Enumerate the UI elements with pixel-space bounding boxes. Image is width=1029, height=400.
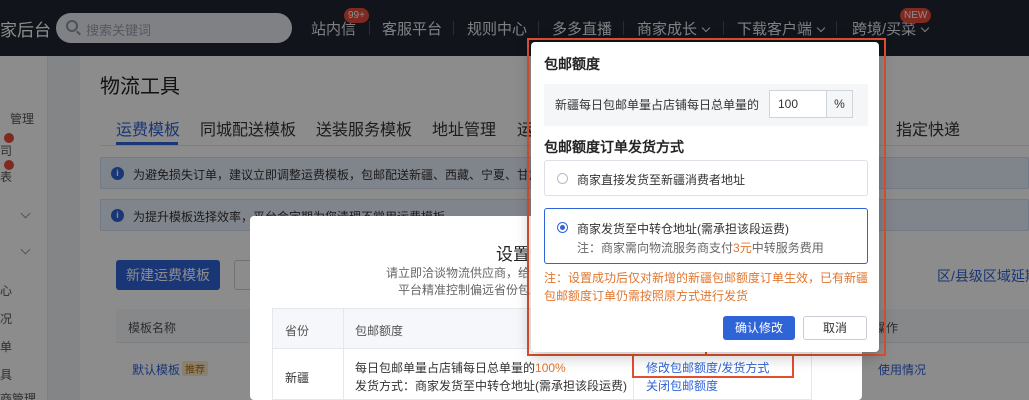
option-note-suffix: 中转服务费用 (751, 241, 824, 255)
option-label: 商家发货至中转仓地址(需承担该段运费) (577, 222, 789, 236)
confirm-button[interactable]: 确认修改 (723, 316, 795, 340)
quota-text: 每日包邮单量占店铺每日总单量的 (355, 361, 536, 375)
section-title-method: 包邮额度订单发货方式 (544, 139, 684, 155)
section-title-quota: 包邮额度 (544, 56, 600, 72)
quota-label: 新疆每日包邮单量占店铺每日总单量的 (555, 98, 760, 112)
close-quota-link[interactable]: 关闭包邮额度 (646, 377, 718, 394)
column-header-province: 省份 (285, 324, 310, 338)
percent-unit: % (827, 90, 853, 118)
cancel-button[interactable]: 取消 (803, 316, 867, 340)
column-header-quota: 包邮额度 (355, 324, 404, 338)
option-note: 注：商家需向物流服务商支付3元中转服务费用 (577, 239, 824, 256)
option-direct-shipping[interactable]: 商家直接发货至新疆消费者地址 (544, 160, 868, 196)
column-divider (343, 309, 344, 400)
province-cell: 新疆 (285, 371, 310, 385)
highlight-box (632, 354, 794, 378)
modify-quota-popover: 包邮额度 新疆每日包邮单量占店铺每日总单量的 100 % 包邮额度订单发货方式 … (531, 42, 879, 352)
option-label: 商家直接发货至新疆消费者地址 (577, 173, 746, 187)
option-note-price: 3元 (733, 241, 752, 255)
option-transfer-warehouse[interactable]: 商家发货至中转仓地址(需承担该段运费) 注：商家需向物流服务商支付3元中转服务费… (544, 208, 868, 264)
quota-row: 新疆每日包邮单量占店铺每日总单量的 100 % (544, 84, 868, 126)
warning-note: 注：设置成功后仅对新增的新疆包邮额度订单生效，已有新疆包邮额度订单仍需按照原方式… (544, 271, 869, 303)
radio-unselected[interactable] (557, 173, 568, 184)
quota-value: 100% (535, 361, 566, 375)
option-note-prefix: 注：商家需向物流服务商支付 (577, 241, 734, 255)
shipping-method-cell: 发货方式：商家发货至中转仓地址(需承担该段运费) (355, 379, 627, 393)
quota-cell: 每日包邮单量占店铺每日总单量的100% (355, 359, 566, 376)
radio-selected[interactable] (557, 222, 568, 233)
quota-input[interactable]: 100 (769, 90, 827, 118)
